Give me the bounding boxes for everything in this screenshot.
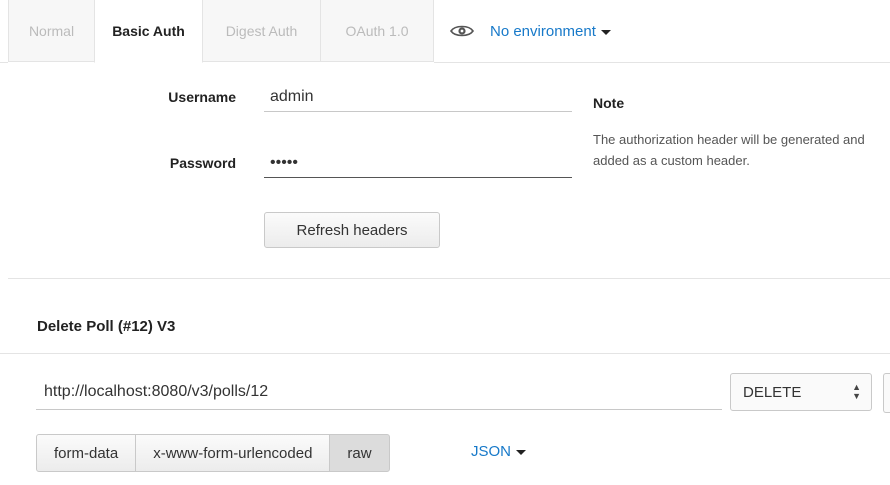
refresh-headers-button[interactable]: Refresh headers — [264, 212, 440, 248]
environment-dropdown[interactable]: No environment — [450, 20, 611, 42]
body-raw-button[interactable]: raw — [329, 434, 390, 472]
body-urlencoded-button[interactable]: x-www-form-urlencoded — [135, 434, 331, 472]
tab-basic-auth[interactable]: Basic Auth — [94, 0, 203, 63]
tab-normal[interactable]: Normal — [8, 0, 95, 62]
method-select[interactable]: DELETE ▲ ▼ — [730, 373, 872, 411]
auth-tabbar: Normal Basic Auth Digest Auth OAuth 1.0 … — [0, 0, 890, 63]
chevron-down-icon — [600, 29, 611, 35]
tab-oauth[interactable]: OAuth 1.0 — [320, 0, 434, 62]
tab-digest-auth[interactable]: Digest Auth — [202, 0, 321, 62]
chevron-down-icon — [516, 450, 527, 455]
select-arrows-icon: ▲ ▼ — [852, 382, 861, 401]
password-label: Password — [169, 155, 236, 171]
body-form-data-button[interactable]: form-data — [36, 434, 137, 472]
request-divider — [0, 353, 890, 354]
eye-icon — [450, 25, 474, 37]
url-input[interactable] — [36, 374, 722, 410]
environment-label: No environment — [490, 22, 596, 40]
request-title: Delete Poll (#12) V3 — [37, 318, 176, 335]
send-button[interactable] — [883, 373, 890, 413]
format-label: JSON — [471, 443, 512, 460]
username-input[interactable] — [264, 82, 572, 112]
username-label: Username — [168, 89, 236, 105]
section-divider — [8, 278, 890, 279]
password-input[interactable] — [264, 148, 572, 178]
body-type-group: form-data x-www-form-urlencoded raw — [36, 434, 390, 472]
method-value: DELETE — [743, 383, 802, 401]
format-dropdown[interactable]: JSON — [471, 443, 527, 460]
note-title: Note — [593, 95, 625, 111]
tabbar-divider — [434, 62, 890, 63]
note-text: The authorization header will be generat… — [593, 132, 865, 168]
tabbar-divider-left — [0, 62, 8, 63]
